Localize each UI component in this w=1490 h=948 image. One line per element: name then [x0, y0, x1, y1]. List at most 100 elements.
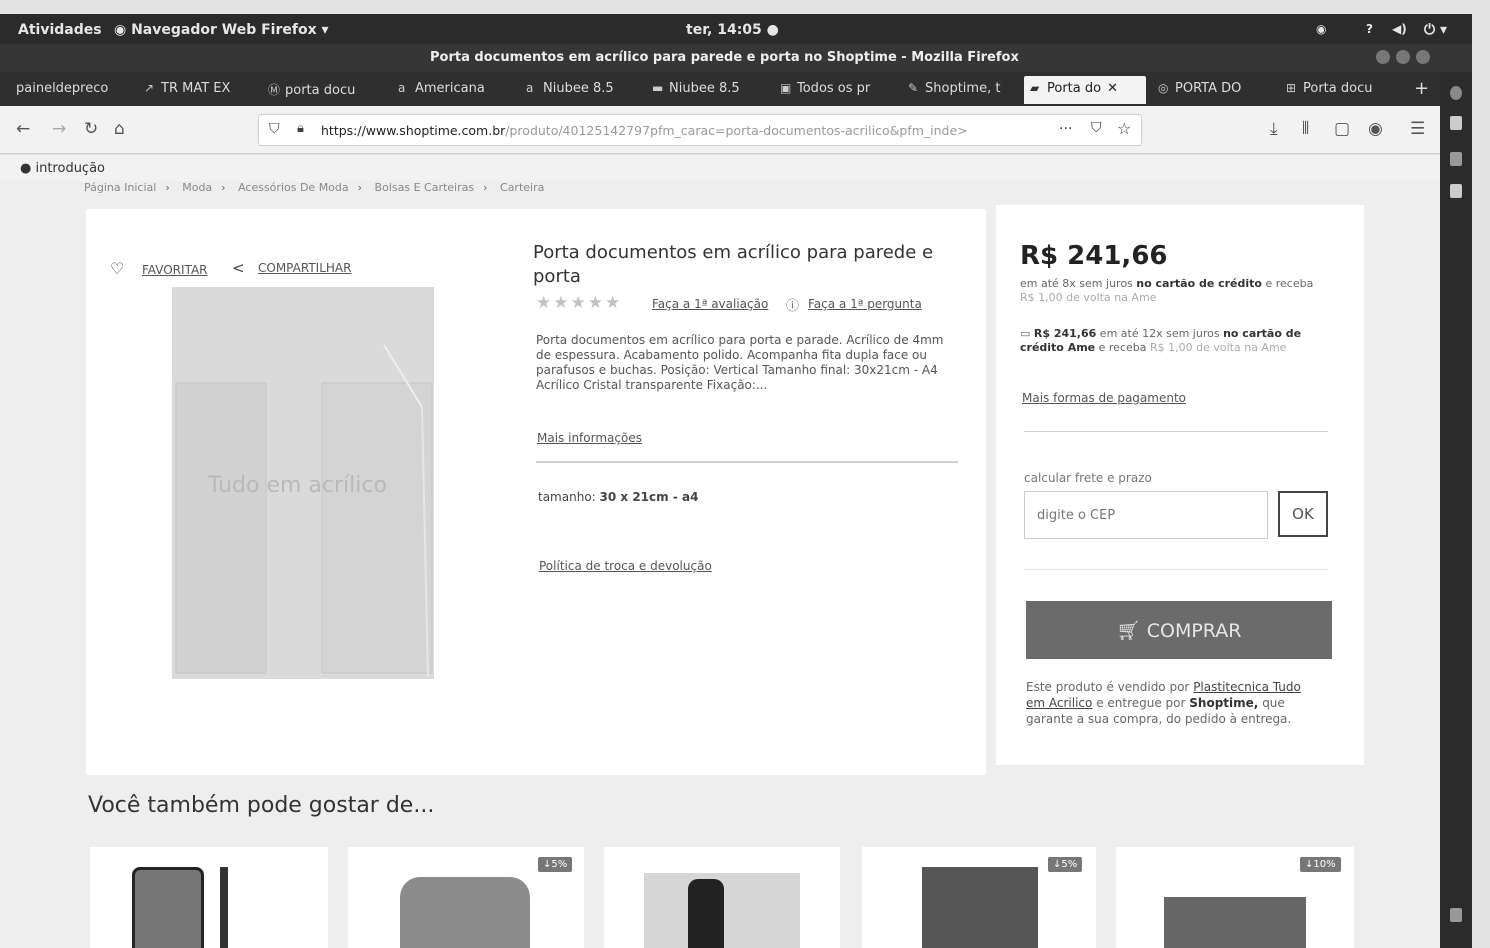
more-info-link[interactable]: Mais informações	[537, 431, 642, 445]
url-domain: https://www.shoptime.com.br	[321, 123, 506, 138]
recommendation-card[interactable]	[90, 847, 328, 948]
more-payment-link[interactable]: Mais formas de pagamento	[1022, 391, 1186, 405]
installments-card: no cartão de crédito	[1136, 277, 1262, 290]
power-icon[interactable]: ⏻ ▾	[1424, 22, 1447, 38]
pocket-icon[interactable]: ⛉	[1091, 120, 1102, 136]
menu-icon[interactable]: ☰	[1410, 119, 1425, 139]
recommendation-card[interactable]	[604, 847, 840, 948]
new-tab-button[interactable]: +	[1408, 76, 1436, 104]
close-tab-icon[interactable]: ✕	[1107, 81, 1118, 96]
firefox-icon: ◉	[114, 22, 132, 38]
breadcrumb-item[interactable]: Carteira	[500, 181, 544, 194]
tab-tr-mat[interactable]: ↗ TR MAT EX	[138, 76, 258, 104]
maximize-button[interactable]	[1396, 50, 1410, 64]
url-bar[interactable]: ⛉ 🔒︎ https://www.shoptime.com.br/produto…	[258, 114, 1142, 146]
tab-todos-os[interactable]: ▣ Todos os pr	[774, 76, 898, 104]
activities-button[interactable]: Atividades	[18, 22, 102, 38]
library-icon[interactable]: ⫴	[1302, 119, 1309, 139]
tab-label: PORTA DO	[1175, 81, 1242, 96]
tracking-shield-icon[interactable]: ⛉	[269, 121, 280, 137]
close-window-button[interactable]	[1416, 50, 1430, 64]
favorite-link[interactable]: FAVORITAR	[142, 263, 208, 277]
first-review-link[interactable]: Faça a 1ª avaliação	[652, 297, 768, 311]
discount-badge: ↓10%	[1300, 857, 1341, 872]
watermark-text: Tudo em acrílico	[208, 473, 387, 498]
recommendation-card[interactable]: ↓10%	[1116, 847, 1354, 948]
navigation-bar: ← → ↻ ⌂ ⛉ 🔒︎ https://www.shoptime.com.br…	[0, 106, 1440, 154]
discount-badge: ↓5%	[1048, 857, 1083, 872]
dock-file-icon[interactable]	[1450, 184, 1462, 198]
page-actions-button[interactable]: ···	[1059, 121, 1072, 137]
download-icon[interactable]: ⤓	[1270, 119, 1278, 139]
clock[interactable]: ter, 14:05 ●	[686, 22, 779, 38]
breadcrumb-item[interactable]: Página Inicial	[84, 181, 156, 194]
system-top-bar: Atividades ◉ Navegador Web Firefox ▾ ter…	[0, 14, 1472, 48]
volume-icon[interactable]: ◀)	[1392, 22, 1407, 36]
dock-apps-grid-icon[interactable]	[1450, 908, 1462, 922]
tab-porta-do-2[interactable]: ◎ PORTA DO	[1152, 76, 1276, 104]
cart-icon: 🛒︎	[1116, 619, 1147, 642]
tab-niubee-2[interactable]: ▬ Niubee 8.5	[646, 76, 770, 104]
tab-label: Porta docu	[1303, 81, 1373, 96]
minimize-button[interactable]	[1376, 50, 1390, 64]
breadcrumb-item[interactable]: Acessórios De Moda	[238, 181, 349, 194]
bookmark-introducao[interactable]: ● introdução	[20, 161, 105, 176]
poster-thumbnail	[922, 867, 1038, 948]
size-value: 30 x 21cm - a4	[599, 490, 699, 504]
price: R$ 241,66	[1020, 241, 1168, 271]
bookmark-star-icon[interactable]: ☆	[1117, 119, 1131, 138]
rating-stars-icon: ★★★★★	[536, 293, 623, 313]
webcam-icon[interactable]: ◉	[1316, 22, 1326, 36]
lock-icon[interactable]: 🔒︎	[297, 121, 304, 136]
sidebar-icon[interactable]: ▢	[1334, 119, 1350, 139]
share-link[interactable]: COMPARTILHAR	[258, 261, 351, 275]
cashback-text: R$ 1,00 de volta na Ame	[1020, 291, 1157, 304]
breadcrumb-item[interactable]: Moda	[182, 181, 212, 194]
tab-paineldepreco[interactable]: paineldepreco	[10, 76, 134, 104]
installments-info: em até 8x sem juros no cartão de crédito…	[1020, 277, 1320, 305]
buy-button[interactable]: 🛒︎ COMPRAR	[1026, 601, 1332, 659]
breadcrumb-item[interactable]: Bolsas E Carteiras	[375, 181, 475, 194]
tab-porta-docu-1[interactable]: Ⓜporta docu	[262, 76, 386, 104]
tab-americanas[interactable]: a Americana	[392, 76, 516, 104]
ame-installments-info: ▭ R$ 241,66 em até 12x sem juros no cart…	[1020, 327, 1320, 355]
seller-info: Este produto é vendido por Plastitecnica…	[1026, 679, 1322, 727]
tab-shoptime[interactable]: ✎ Shoptime, t	[902, 76, 1020, 104]
size-label: tamanho:	[538, 490, 596, 504]
purchase-card: R$ 241,66 em até 8x sem juros no cartão …	[996, 205, 1364, 765]
recommendation-card[interactable]: ↓5%	[862, 847, 1096, 948]
tab-porta-do-active[interactable]: ▰ Porta do ✕	[1024, 76, 1146, 104]
dock-app-icon[interactable]	[1450, 86, 1462, 100]
reload-icon[interactable]: ↻	[84, 119, 98, 139]
product-image[interactable]: Tudo em acrílico	[172, 287, 434, 679]
first-question-link[interactable]: Faça a 1ª pergunta	[808, 297, 922, 311]
firefox-app-menu[interactable]: ◉ Navegador Web Firefox ▾	[114, 22, 329, 38]
tab-label: TR MAT EX	[161, 81, 231, 96]
ok-button[interactable]: OK	[1278, 491, 1328, 537]
heart-icon[interactable]: ♡	[110, 259, 124, 278]
return-policy-link[interactable]: Política de troca e devolução	[539, 559, 712, 573]
dock-usb-icon[interactable]	[1450, 152, 1462, 166]
seller-shop: Shoptime,	[1189, 696, 1259, 710]
forward-icon[interactable]: →	[52, 119, 66, 139]
cep-input[interactable]	[1024, 491, 1268, 539]
tab-label: paineldepreco	[16, 81, 109, 96]
tab-label: Niubee 8.5	[669, 81, 740, 96]
network-icon[interactable]: ?	[1366, 22, 1373, 36]
window-titlebar: Porta documentos em acrílico para parede…	[0, 44, 1472, 72]
tab-porta-docu-3[interactable]: ⊞ Porta docu	[1280, 76, 1398, 104]
divider	[536, 461, 958, 463]
share-icon[interactable]: <	[232, 259, 245, 277]
tab-favicon-icon: a	[526, 81, 534, 95]
account-icon[interactable]: ◉	[1368, 119, 1383, 139]
tab-label: Porta do	[1047, 81, 1102, 96]
home-icon[interactable]: ⌂	[114, 119, 125, 139]
tab-niubee-1[interactable]: a Niubee 8.5	[520, 76, 642, 104]
tab-favicon-icon: ▣	[780, 81, 792, 95]
bookmark-label: introdução	[35, 161, 106, 176]
url-text[interactable]: https://www.shoptime.com.br/produto/4012…	[321, 123, 1061, 138]
dock-document-icon[interactable]	[1450, 116, 1462, 130]
back-icon[interactable]: ←	[16, 119, 30, 139]
recommendation-card[interactable]: ↓5%	[348, 847, 584, 948]
ame-cashback-text: R$ 1,00 de volta na Ame	[1150, 341, 1287, 354]
